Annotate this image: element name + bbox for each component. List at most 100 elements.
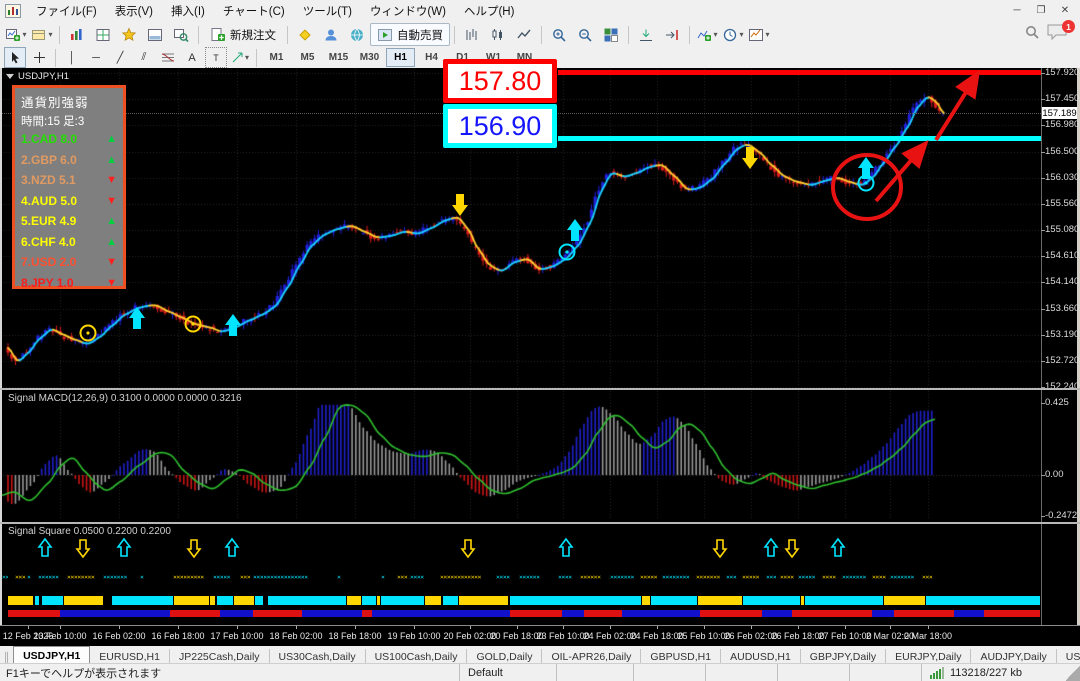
timeframe-m30[interactable]: M30 [355, 48, 384, 67]
new-order-button[interactable]: 新規注文 [203, 23, 283, 46]
shapes-tool[interactable]: ▾ [229, 47, 251, 68]
text-tool[interactable]: A [181, 47, 203, 68]
timeframe-m1[interactable]: M1 [262, 48, 291, 67]
timeframe-m5[interactable]: M5 [293, 48, 322, 67]
panel-splitter[interactable] [0, 388, 1080, 390]
strength-label: 5.EUR 4.9 [21, 214, 76, 228]
chart-tab-12[interactable]: USDJPY,H1 [1057, 649, 1080, 664]
zoom-out-button[interactable] [573, 23, 597, 46]
status-cell [705, 664, 777, 681]
restore-button[interactable]: ❐ [1029, 1, 1053, 19]
strategy-tester-button[interactable] [169, 23, 193, 46]
new-chart-button[interactable]: ▾ [4, 23, 28, 46]
timeframe-h4[interactable]: H4 [417, 48, 446, 67]
chart-tab-6[interactable]: OIL-APR26,Daily [542, 649, 641, 664]
bar-chart-button[interactable] [460, 23, 484, 46]
band-segment [210, 596, 215, 605]
macd-tick-label: -0.2472 [1045, 511, 1079, 521]
cursor-tool[interactable] [4, 47, 26, 68]
panel-splitter[interactable] [0, 522, 1080, 524]
menu-item-1[interactable]: 表示(V) [106, 0, 162, 22]
square-up-arrow-icon [39, 539, 51, 556]
timeframe-m15[interactable]: M15 [324, 48, 353, 67]
time-tick [704, 626, 705, 629]
separator [198, 26, 199, 44]
chart-tab-3[interactable]: US30Cash,Daily [270, 649, 366, 664]
menu-item-3[interactable]: チャート(C) [214, 0, 294, 22]
periods-button[interactable]: ▾ [721, 23, 745, 46]
chart-tab-10[interactable]: EURJPY,Daily [886, 649, 971, 664]
chart-tab-1[interactable]: EURUSD,H1 [90, 649, 170, 664]
channel-tool[interactable]: ⫽ [133, 47, 155, 68]
label-tool[interactable]: T [205, 47, 227, 68]
horizontal-line-tool[interactable]: ─ [85, 47, 107, 68]
buy-arrow-icon [225, 314, 241, 336]
timeframe-h1[interactable]: H1 [386, 48, 415, 67]
notifications-button[interactable]: 1 [1046, 23, 1072, 43]
chart-tab-11[interactable]: AUDJPY,Daily [971, 649, 1056, 664]
macd-canvas[interactable] [2, 390, 1041, 521]
chart-tab-9[interactable]: GBPJPY,Daily [801, 649, 886, 664]
status-profile[interactable]: Default [459, 664, 556, 681]
auto-trading-button[interactable]: 自動売買 [370, 23, 450, 46]
resize-grip[interactable] [1066, 664, 1080, 681]
close-button[interactable]: ✕ [1053, 1, 1077, 19]
support-price-label[interactable]: 156.90 [443, 104, 557, 148]
tile-windows-button[interactable] [599, 23, 623, 46]
trend-segment [562, 610, 584, 617]
zoom-in-button[interactable] [547, 23, 571, 46]
chart-tab-5[interactable]: GOLD,Daily [467, 649, 542, 664]
menu-items: ファイル(F)表示(V)挿入(I)チャート(C)ツール(T)ウィンドウ(W)ヘル… [27, 0, 523, 22]
vertical-line-tool[interactable]: │ [61, 47, 83, 68]
price-tick-label: 154.610 [1045, 251, 1079, 261]
menu-item-2[interactable]: 挿入(I) [162, 0, 214, 22]
data-window-button[interactable] [91, 23, 115, 46]
chart-shift-button[interactable] [660, 23, 684, 46]
time-label: 26 Feb 02:00 [724, 631, 777, 641]
separator [59, 26, 60, 44]
menu-item-4[interactable]: ツール(T) [294, 0, 361, 22]
line-chart-button[interactable] [512, 23, 536, 46]
chart-tab-7[interactable]: GBPUSD,H1 [641, 649, 721, 664]
profiles-button[interactable]: ▾ [30, 23, 54, 46]
menu-item-5[interactable]: ウィンドウ(W) [361, 0, 455, 22]
chart-tab-0[interactable]: USDJPY,H1 [13, 646, 90, 664]
news-button[interactable] [345, 23, 369, 46]
chart-tab-bar: ║ USDJPY,H1EURUSD,H1JP225Cash,DailyUS30C… [0, 645, 1080, 664]
price-tick-label: 153.660 [1045, 304, 1079, 314]
navigator-button[interactable] [117, 23, 141, 46]
crosshair-tool[interactable] [28, 47, 50, 68]
trend-segment [510, 610, 562, 617]
fibonacci-tool[interactable] [157, 47, 179, 68]
macd-tick-label: 0.00 [1045, 470, 1079, 480]
buy-arrow-icon [567, 219, 583, 241]
auto-scroll-button[interactable] [634, 23, 658, 46]
metaeditor-button[interactable] [293, 23, 317, 46]
band-segment [255, 596, 263, 605]
support-value: 156.90 [459, 111, 542, 142]
search-button[interactable] [1024, 24, 1040, 40]
chart-tab-8[interactable]: AUDUSD,H1 [721, 649, 801, 664]
chart-tab-2[interactable]: JP225Cash,Daily [170, 649, 270, 664]
menu-item-6[interactable]: ヘルプ(H) [455, 0, 523, 22]
menu-item-0[interactable]: ファイル(F) [27, 0, 106, 22]
time-label: 13 Feb 10:00 [33, 631, 86, 641]
new-order-icon [210, 27, 226, 43]
time-label: 24 Feb 02:00 [583, 631, 636, 641]
band-segment [884, 596, 925, 605]
time-axis[interactable]: 12 Feb 202613 Feb 10:0016 Feb 02:0016 Fe… [0, 625, 1080, 646]
templates-button[interactable]: ▾ [747, 23, 771, 46]
terminal-button[interactable] [143, 23, 167, 46]
time-label: 2 Mar 18:00 [904, 631, 952, 641]
trendline-tool[interactable]: ╱ [109, 47, 131, 68]
chart-tab-4[interactable]: US100Cash,Daily [366, 649, 468, 664]
candlestick-button[interactable] [486, 23, 510, 46]
market-watch-button[interactable] [65, 23, 89, 46]
minimize-button[interactable]: ─ [1005, 1, 1029, 19]
time-tick [237, 626, 238, 629]
community-button[interactable] [319, 23, 343, 46]
resistance-price-label[interactable]: 157.80 [443, 59, 557, 103]
band-segment [743, 596, 800, 605]
x-marker-segment: ××××××× [842, 574, 868, 581]
indicators-button[interactable]: ▾ [695, 23, 719, 46]
